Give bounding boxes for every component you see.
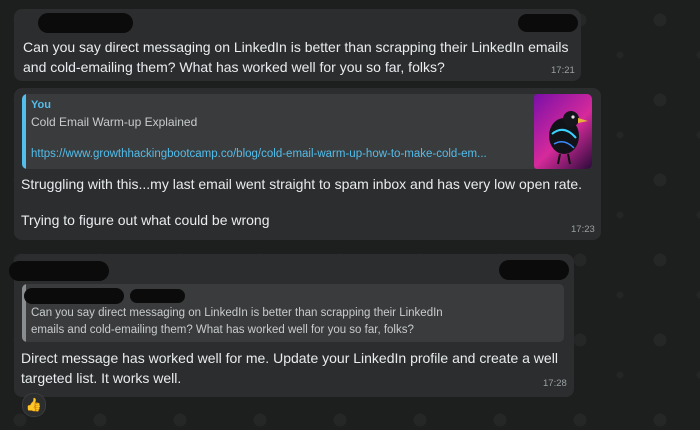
message-text-line-2: Trying to figure out what could be wrong <box>21 212 270 228</box>
link-thumbnail <box>534 94 592 169</box>
quote-text: Can you say direct messaging on LinkedIn… <box>31 307 443 336</box>
message-text: Can you say direct messaging on LinkedIn… <box>23 39 569 75</box>
thumbs-up-reaction[interactable]: 👍 <box>22 393 46 417</box>
message-text-line-1: Struggling with this...my last email wen… <box>21 176 583 192</box>
quoted-link-preview[interactable]: You Cold Email Warm-up Explained https:/… <box>22 94 592 169</box>
quote-bar <box>22 94 26 169</box>
message-text: Direct message has worked well for me. U… <box>21 350 558 386</box>
redacted-sender-phone <box>499 260 569 280</box>
bird-image-icon <box>549 111 588 165</box>
message-bubble-2[interactable]: You Cold Email Warm-up Explained https:/… <box>14 88 601 240</box>
quote-title: Cold Email Warm-up Explained <box>31 115 198 129</box>
message-bubble-1[interactable]: Can you say direct messaging on LinkedIn… <box>14 9 581 81</box>
message-time: 17:21 <box>551 65 575 76</box>
redacted-quote-author-extra <box>130 289 185 303</box>
message-time: 17:23 <box>571 224 595 235</box>
message-bubble-3[interactable]: Can you say direct messaging on LinkedIn… <box>9 254 574 397</box>
redacted-quote-author <box>24 288 124 304</box>
quote-author: You <box>31 99 51 111</box>
redacted-sender-name <box>9 261 109 281</box>
message-time: 17:28 <box>543 378 567 389</box>
redacted-sender-phone <box>518 14 578 32</box>
quoted-message[interactable]: Can you say direct messaging on LinkedIn… <box>22 284 564 342</box>
redacted-sender-name <box>38 13 133 33</box>
quote-link[interactable]: https://www.growthhackingbootcamp.co/blo… <box>31 148 487 160</box>
